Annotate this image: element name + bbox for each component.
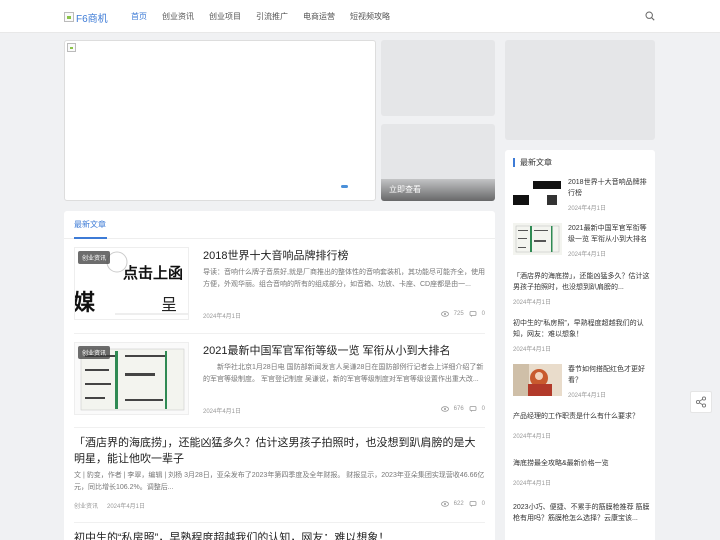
thumbnail-graphic: [513, 177, 562, 209]
sidebar-thumbnail[interactable]: [513, 364, 562, 396]
featured-side-block-1[interactable]: [381, 40, 495, 116]
article-item[interactable]: 「酒店界的海底捞」，还能凶猛多久？估计这男孩子拍照时，也没想到趴肩膀的是大明星，…: [74, 435, 485, 515]
article-excerpt: 新华社北京1月28日电 国防部新闻发言人吴谦28日在国防部例行记者会上详细介绍了…: [203, 364, 484, 383]
sidebar-title: 最新文章: [513, 158, 552, 167]
active-tab-indicator: [74, 237, 107, 239]
article-thumbnail[interactable]: 点击上函 媒 呈 创业资讯: [74, 247, 189, 320]
eye-icon: [440, 501, 449, 507]
logo-text[interactable]: F6商机: [76, 10, 108, 25]
nav-item-short-video[interactable]: 短视频攻略: [350, 0, 390, 33]
article-thumbnail[interactable]: 创业资讯: [74, 342, 189, 415]
article-stats: 622 0: [440, 501, 485, 507]
article-category[interactable]: 创业资讯: [74, 501, 98, 510]
article-stats: 725 0: [440, 311, 485, 317]
sidebar-latest-articles: 最新文章 2018世界十大音响品牌排行榜 2024年4月1日 2021最新中国军…: [505, 150, 655, 540]
thumb-text-3: 呈: [161, 295, 177, 314]
sidebar-article-item[interactable]: 海底捞最全攻略&最新价格一览 2024年4月1日: [513, 458, 651, 492]
sidebar-article-date: 2024年4月1日: [513, 481, 552, 487]
broken-image-icon: [67, 43, 76, 52]
sidebar-article-item[interactable]: 春节如何搭配红色才更好看？ 2024年4月1日: [513, 364, 651, 400]
article-title[interactable]: 2018世界十大音响品牌排行榜: [203, 247, 348, 263]
site-header: F6商机 首页 创业资讯 创业项目 引流推广 电商运营 短视频攻略: [0, 0, 720, 33]
sidebar-article-item[interactable]: 产品经理的工作职责是什么有什么要求？ 2024年4月1日: [513, 411, 651, 445]
nav-item-traffic[interactable]: 引流推广: [256, 0, 288, 33]
comment-icon: [469, 501, 477, 507]
article-excerpt: 导读：音响什么牌子音质好,就是厂商推出的整体性的音响套装机，其功能尽可能齐全，使…: [203, 269, 485, 288]
article-title[interactable]: 2021最新中国军官军衔等级一览 军衔从小到大排名: [203, 342, 451, 358]
article-date: 2024年4月1日: [107, 504, 146, 510]
main-nav: 首页 创业资讯 创业项目 引流推广 电商运营 短视频攻略: [131, 0, 405, 33]
divider: [74, 427, 485, 428]
nav-item-ecommerce[interactable]: 电商运营: [303, 0, 335, 33]
sidebar-article-item[interactable]: 2023小巧、便捷、不累手的筋膜枪推荐 筋膜枪有用吗？筋膜枪怎么选择？云康宝该.…: [513, 502, 651, 540]
article-item[interactable]: 点击上函 媒 呈 创业资讯 2018世界十大音响品牌排行榜 导读：音响什么牌子音…: [74, 247, 485, 327]
comment-count: 0: [481, 501, 485, 507]
article-stats: 676 0: [440, 406, 485, 412]
sidebar-article-title[interactable]: 2021最新中国军官军衔等级一览 军衔从小到大排名: [568, 223, 651, 245]
share-button[interactable]: [690, 391, 712, 413]
divider: [74, 333, 485, 334]
sidebar-article-date: 2024年4月1日: [513, 300, 552, 306]
caption-overlay: 立即查看: [381, 179, 495, 201]
section-title[interactable]: 最新文章: [74, 219, 106, 230]
view-count: 725: [453, 311, 464, 317]
article-title[interactable]: 初中生的“私房照”，早熟程度超越我们的认知，网友：难以想象！: [74, 530, 485, 540]
slider-dots: [341, 185, 354, 188]
sidebar-article-title[interactable]: 海底捞最全攻略&最新价格一览: [513, 458, 651, 469]
featured-side-block-2[interactable]: 立即查看: [381, 124, 495, 201]
share-icon: [695, 396, 707, 408]
article-date: 2024年4月1日: [203, 314, 242, 320]
view-count: 622: [453, 501, 464, 507]
comment-count: 0: [481, 406, 485, 412]
comment-count: 0: [481, 311, 485, 317]
sidebar-ad-block[interactable]: [505, 40, 655, 140]
article-date: 2024年4月1日: [203, 409, 242, 415]
article-title[interactable]: 「酒店界的海底捞」，还能凶猛多久？估计这男孩子拍照时，也没想到趴肩膀的是大明星，…: [74, 435, 485, 467]
sidebar-article-date: 2024年4月1日: [568, 252, 607, 258]
sidebar-article-item[interactable]: 初中生的“私房照”，早熟程度超越我们的认知，网友：难以想象！ 2024年4月1日: [513, 318, 651, 353]
sidebar-thumbnail[interactable]: [513, 223, 562, 255]
thumb-text-1: 点击上函: [123, 264, 183, 282]
eye-icon: [440, 311, 449, 317]
comment-icon: [469, 406, 477, 412]
featured-slider[interactable]: [64, 40, 376, 201]
category-badge[interactable]: 创业资讯: [78, 346, 111, 359]
sidebar-article-title[interactable]: 2018世界十大音响品牌排行榜: [568, 177, 651, 199]
sidebar-article-date: 2024年4月1日: [568, 393, 607, 399]
thumbnail-graphic: [513, 223, 562, 255]
thumb-text-2: 媒: [75, 290, 96, 316]
sidebar-article-item[interactable]: 「酒店界的海底捞」，还能凶猛多久？估计这男孩子拍照时，也没想到趴肩膀的... 2…: [513, 271, 651, 306]
article-item[interactable]: 创业资讯 2021最新中国军官军衔等级一览 军衔从小到大排名 新华社北京1月28…: [74, 342, 485, 422]
sidebar-thumbnail[interactable]: [513, 177, 562, 209]
sidebar-article-title[interactable]: 春节如何搭配红色才更好看？: [568, 364, 651, 386]
sidebar-article-title[interactable]: 「酒店界的海底捞」，还能凶猛多久？估计这男孩子拍照时，也没想到趴肩膀的...: [513, 271, 651, 293]
sidebar-article-date: 2024年4月1日: [568, 206, 607, 212]
sidebar-article-title[interactable]: 2023小巧、便捷、不累手的筋膜枪推荐 筋膜枪有用吗？筋膜枪怎么选择？云康宝该.…: [513, 502, 651, 524]
nav-item-startup-projects[interactable]: 创业项目: [209, 0, 241, 33]
slider-dot[interactable]: [351, 185, 354, 188]
article-item[interactable]: 初中生的“私房照”，早熟程度超越我们的认知，网友：难以想象！: [74, 530, 485, 540]
sidebar-article-date: 2024年4月1日: [513, 434, 552, 440]
sidebar-article-item[interactable]: 2021最新中国军官军衔等级一览 军衔从小到大排名 2024年4月1日: [513, 223, 651, 273]
nav-item-startup-news[interactable]: 创业资讯: [162, 0, 194, 33]
divider: [64, 238, 495, 239]
search-icon[interactable]: [645, 11, 655, 21]
latest-articles-panel: 最新文章 点击上函 媒 呈 创业资讯 2018世界十大音响品牌排行榜 导读：音响…: [64, 211, 495, 540]
site-logo[interactable]: F6商机: [64, 9, 108, 25]
sidebar-article-title[interactable]: 初中生的“私房照”，早熟程度超越我们的认知，网友：难以想象！: [513, 318, 651, 340]
article-excerpt: 文 | 豹变，作者 | 李翠，编辑 | 刘杨 3月28日，亚朵发布了2023年第…: [74, 472, 485, 491]
sidebar-article-date: 2024年4月1日: [513, 347, 552, 353]
broken-image-icon: [64, 12, 74, 22]
eye-icon: [440, 406, 449, 412]
slider-dot-active[interactable]: [341, 185, 348, 188]
thumbnail-graphic: [513, 364, 562, 396]
sidebar-article-item[interactable]: 2018世界十大音响品牌排行榜 2024年4月1日: [513, 177, 651, 217]
nav-item-home[interactable]: 首页: [131, 0, 147, 33]
view-now-link[interactable]: 立即查看: [389, 184, 421, 195]
category-badge[interactable]: 创业资讯: [78, 251, 111, 264]
view-count: 676: [453, 406, 464, 412]
comment-icon: [469, 311, 477, 317]
sidebar-article-title[interactable]: 产品经理的工作职责是什么有什么要求？: [513, 411, 651, 422]
divider: [74, 522, 485, 523]
